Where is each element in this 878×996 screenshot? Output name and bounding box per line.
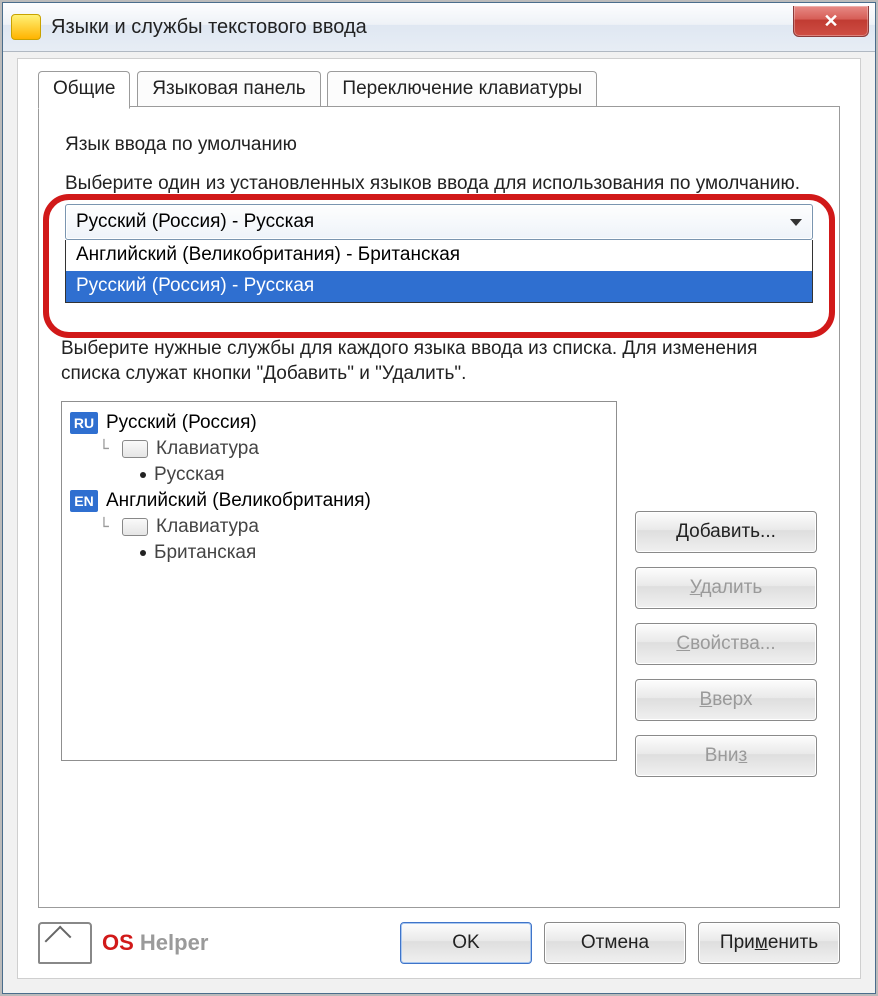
add-button[interactable]: Добавить... bbox=[635, 511, 817, 553]
properties-button[interactable]: Свойства... bbox=[635, 623, 817, 665]
tree-item-en-label: Английский (Великобритания) bbox=[106, 490, 371, 512]
default-language-dropdown: Английский (Великобритания) - Британская… bbox=[65, 240, 813, 303]
keyboard-icon bbox=[122, 518, 148, 536]
add-button-rest: обавить... bbox=[689, 521, 776, 542]
tree-item-ru-layout[interactable]: Русская bbox=[140, 464, 608, 486]
default-language-combobox[interactable]: Русский (Россия) - Русская bbox=[65, 204, 813, 240]
tab-panel-general: Язык ввода по умолчанию Выберите один из… bbox=[38, 106, 840, 908]
window-title: Языки и службы текстового ввода bbox=[51, 16, 367, 39]
cursor-monitor-icon bbox=[38, 922, 92, 964]
tree-connector-icon: └ bbox=[94, 439, 114, 458]
watermark-os: OS bbox=[102, 930, 140, 955]
tree-connector-icon: └ bbox=[94, 517, 114, 536]
badge-en-icon: EN bbox=[70, 490, 98, 512]
group-default-title: Язык ввода по умолчанию bbox=[65, 134, 297, 155]
watermark-logo: OS Helper bbox=[38, 922, 208, 964]
move-down-button[interactable]: Вниз bbox=[635, 735, 817, 777]
move-up-button[interactable]: Вверх bbox=[635, 679, 817, 721]
tree-item-ru-layout-label: Русская bbox=[154, 464, 225, 486]
ok-button[interactable]: OK bbox=[400, 922, 532, 964]
watermark-helper: Helper bbox=[140, 930, 208, 955]
service-buttons-column: Добавить... Удалить Свойства... Вверх Вн… bbox=[635, 401, 817, 777]
window-icon bbox=[11, 14, 41, 40]
bullet-icon bbox=[140, 550, 146, 556]
badge-ru-icon: RU bbox=[70, 412, 98, 434]
tab-language-bar[interactable]: Языковая панель bbox=[137, 71, 320, 108]
tree-item-en-keyboard[interactable]: └ Клавиатура bbox=[94, 516, 608, 538]
tree-item-keyboard-label: Клавиатура bbox=[156, 516, 259, 538]
close-button[interactable]: ✕ bbox=[793, 6, 869, 37]
combo-option-en[interactable]: Английский (Великобритания) - Британская bbox=[66, 240, 812, 271]
combo-selected-value: Русский (Россия) - Русская bbox=[76, 211, 314, 233]
group-services-desc: Выберите нужные службы для каждого языка… bbox=[61, 337, 817, 386]
dialog-window: Языки и службы текстового ввода ✕ Общие … bbox=[2, 2, 876, 994]
tree-item-en-layout-label: Британская bbox=[154, 542, 256, 564]
tree-item-ru[interactable]: RU Русский (Россия) bbox=[70, 412, 608, 434]
client-area: Общие Языковая панель Переключение клави… bbox=[17, 58, 861, 979]
apply-button[interactable]: Применить bbox=[698, 922, 840, 964]
tree-item-en-layout[interactable]: Британская bbox=[140, 542, 608, 564]
title-bar: Языки и службы текстового ввода ✕ bbox=[3, 3, 875, 52]
chevron-down-icon bbox=[790, 219, 802, 226]
keyboard-icon bbox=[122, 440, 148, 458]
remove-button[interactable]: Удалить bbox=[635, 567, 817, 609]
tree-item-ru-keyboard[interactable]: └ Клавиатура bbox=[94, 438, 608, 460]
tree-item-ru-label: Русский (Россия) bbox=[106, 412, 257, 434]
tab-general[interactable]: Общие bbox=[38, 71, 130, 109]
group-default-desc: Выберите один из установленных языков вв… bbox=[65, 172, 813, 197]
cancel-button[interactable]: Отмена bbox=[544, 922, 686, 964]
tab-key-switching[interactable]: Переключение клавиатуры bbox=[327, 71, 597, 108]
installed-services-tree[interactable]: RU Русский (Россия) └ Клавиатура Русская bbox=[61, 401, 617, 761]
group-default-language: Язык ввода по умолчанию Выберите один из… bbox=[61, 133, 817, 303]
combo-option-ru[interactable]: Русский (Россия) - Русская bbox=[66, 271, 812, 302]
bullet-icon bbox=[140, 472, 146, 478]
tree-item-en[interactable]: EN Английский (Великобритания) bbox=[70, 490, 608, 512]
tab-strip: Общие Языковая панель Переключение клави… bbox=[38, 71, 840, 111]
tree-item-keyboard-label: Клавиатура bbox=[156, 438, 259, 460]
close-icon: ✕ bbox=[823, 11, 838, 32]
dialog-footer: OS Helper OK Отмена Применить bbox=[38, 922, 840, 964]
